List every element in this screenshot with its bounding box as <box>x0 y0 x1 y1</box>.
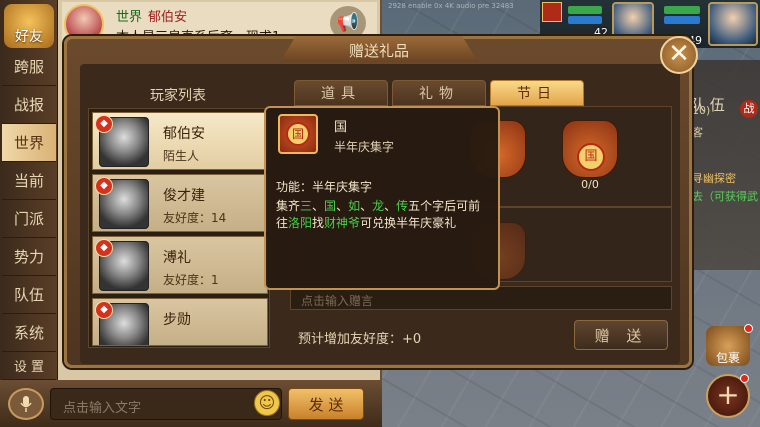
microphone-icon[interactable] <box>8 388 44 420</box>
tab-team[interactable]: 队伍 <box>2 276 56 314</box>
player-status-icon: ◆ <box>95 239 113 257</box>
tab-faction[interactable]: 势力 <box>2 238 56 276</box>
char-1: 三 <box>300 199 313 213</box>
bag-notify-dot <box>744 324 753 333</box>
tab-festival[interactable]: 节日 <box>490 80 584 106</box>
dialog-title: 赠送礼品 <box>348 42 409 60</box>
place-name: 洛阳 <box>288 216 313 230</box>
player-name: 郁伯安 <box>163 126 205 142</box>
tab-cross-server[interactable]: 跨服 <box>2 48 56 86</box>
bag-button[interactable]: 包裹 <box>706 326 750 366</box>
sender-name: 郁伯安 <box>148 10 188 25</box>
battle-badge: 战 <box>740 100 758 118</box>
megaphone-icon[interactable]: 📢 <box>330 6 366 40</box>
buff-icon <box>542 2 562 22</box>
player-status-icon: ◆ <box>95 177 113 195</box>
mp-bar <box>568 16 602 24</box>
send-button[interactable]: 发 送 <box>288 388 364 420</box>
quest-count: 10) <box>692 104 711 117</box>
item-name: 国 <box>334 120 348 135</box>
player-item[interactable]: ◆ 俊才建 友好度：14 <box>92 174 268 232</box>
friendship-gain: 预计增加友好度：+0 <box>298 332 422 347</box>
gift-slot[interactable]: 国 0/0 <box>560 112 620 191</box>
channel-tag: 世界 <box>116 10 143 25</box>
player-list-title: 玩家列表 <box>150 88 206 104</box>
tab-system[interactable]: 系统 <box>2 314 56 352</box>
seal-char: 国 <box>286 122 310 146</box>
tab-current[interactable]: 当前 <box>2 162 56 200</box>
chat-sender[interactable]: 世界 郁伯安 <box>116 6 187 25</box>
emoji-icon[interactable]: ☺ <box>254 390 280 416</box>
player-name: 溥礼 <box>163 250 191 266</box>
player-item[interactable]: ◆ 步勋 <box>92 298 268 346</box>
tab-sect[interactable]: 门派 <box>2 200 56 238</box>
menu-notify-dot <box>740 374 749 383</box>
gift-seal: 国 <box>577 143 605 171</box>
debug-text: 2928 enable 0x 4K audio pre 32483 <box>388 2 514 10</box>
gift-bag-icon: 国 <box>562 120 618 178</box>
friends-button[interactable]: 好友 <box>4 4 54 48</box>
player-status-icon: ◆ <box>95 115 113 133</box>
char-2: 国 <box>324 199 337 213</box>
gift-count: 0/0 <box>581 178 599 191</box>
settings-button[interactable]: 设 置 <box>2 352 56 380</box>
chat-input[interactable]: 点击输入文字 <box>50 388 282 420</box>
player-portrait[interactable] <box>708 2 758 46</box>
close-button[interactable]: ✕ <box>660 36 698 74</box>
player-name: 步勋 <box>163 312 191 328</box>
tab-items[interactable]: 道具 <box>294 80 388 106</box>
mp-bar-2 <box>664 16 700 24</box>
friends-label: 好友 <box>15 29 43 45</box>
quest-line-3: 去（可获得武 <box>692 190 758 203</box>
tab-world[interactable]: 世界 <box>2 124 56 162</box>
item-description: 集齐三、国、如、龙、传五个字后可前往洛阳找财神爷可兑换半年庆豪礼 <box>276 199 481 230</box>
hp-bar <box>568 6 602 14</box>
player-item[interactable]: ◆ 郁伯安 陌生人 <box>92 112 268 170</box>
item-function: 功能：半年庆集字 <box>276 180 373 194</box>
player-name: 俊才建 <box>163 188 205 204</box>
char-3: 如 <box>348 199 361 213</box>
tab-gifts[interactable]: 礼物 <box>392 80 486 106</box>
char-5: 传 <box>396 199 409 213</box>
item-type: 半年庆集字 <box>334 140 395 154</box>
player-status-icon: ◆ <box>95 301 113 319</box>
player-friendship: 友好度：1 <box>163 273 219 287</box>
player-relation: 陌生人 <box>163 149 200 163</box>
tab-battle-report[interactable]: 战报 <box>2 86 56 124</box>
npc-name: 财神爷 <box>324 216 361 230</box>
player-item[interactable]: ◆ 溥礼 友好度：1 <box>92 236 268 294</box>
bag-label: 包裹 <box>715 351 740 365</box>
quest-line-2[interactable]: 寻幽探密 <box>692 170 736 186</box>
player-friendship: 友好度：14 <box>163 211 227 225</box>
hp-bar-2 <box>664 6 700 14</box>
seal-icon: 国 <box>278 114 318 154</box>
give-button[interactable]: 赠 送 <box>574 320 668 350</box>
char-4: 龙 <box>372 199 385 213</box>
quest-line-1: 客 <box>692 126 703 139</box>
